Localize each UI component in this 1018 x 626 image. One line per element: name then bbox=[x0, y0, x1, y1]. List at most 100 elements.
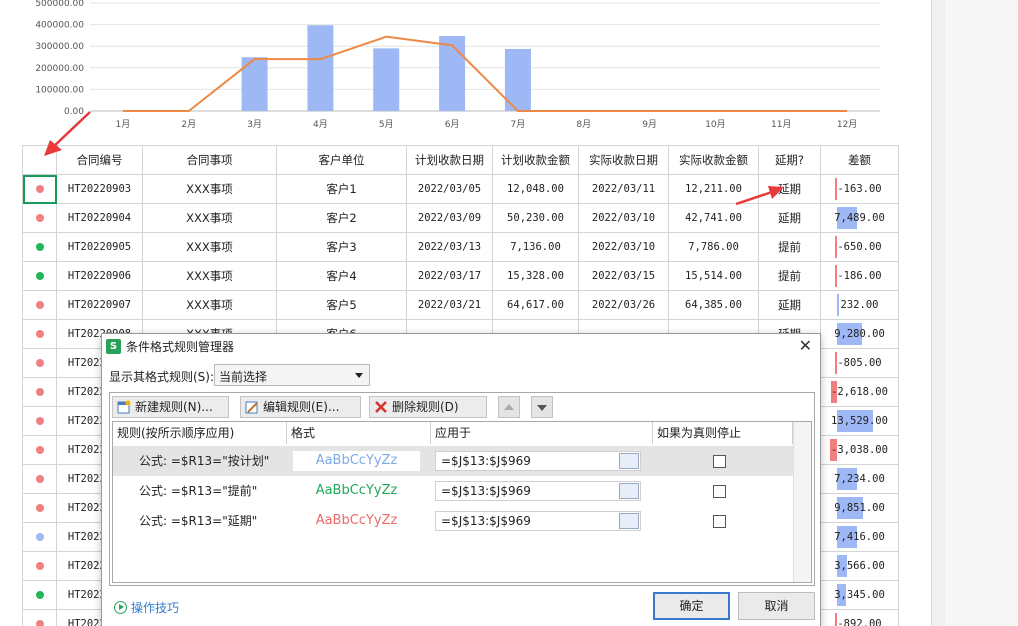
cell-plan-date[interactable]: 2022/03/05 bbox=[406, 174, 493, 204]
cell-id[interactable]: HT20220903 bbox=[56, 174, 143, 204]
status-dot-cell[interactable] bbox=[22, 261, 57, 291]
delete-rule-button[interactable]: 删除规则(D) bbox=[369, 396, 487, 418]
cell-item[interactable]: XXX事项 bbox=[142, 174, 277, 204]
cell-plan-date[interactable]: 2022/03/13 bbox=[406, 232, 493, 262]
cell-diff[interactable]: 9,851.00 bbox=[820, 493, 899, 523]
cell-act-date[interactable]: 2022/03/26 bbox=[578, 290, 669, 320]
cell-diff[interactable]: -186.00 bbox=[820, 261, 899, 291]
cell-client[interactable]: 客户2 bbox=[276, 203, 407, 233]
status-dot-cell[interactable] bbox=[22, 174, 57, 204]
cell-client[interactable]: 客户3 bbox=[276, 232, 407, 262]
cell-plan-amt[interactable]: 12,048.00 bbox=[492, 174, 579, 204]
cell-diff[interactable]: 232.00 bbox=[820, 290, 899, 320]
cell-plan-amt[interactable]: 7,136.00 bbox=[492, 232, 579, 262]
cell-client[interactable]: 客户4 bbox=[276, 261, 407, 291]
cell-act-date[interactable]: 2022/03/10 bbox=[578, 203, 669, 233]
status-dot-cell[interactable] bbox=[22, 319, 57, 349]
cell-status[interactable]: 延期 bbox=[758, 290, 821, 320]
cell-plan-amt[interactable]: 64,617.00 bbox=[492, 290, 579, 320]
monthly-chart: 0.00 100000.00 200000.00 300000.00 400000.00… bbox=[0, 0, 932, 138]
cell-diff[interactable]: 7,489.00 bbox=[820, 203, 899, 233]
range-picker-icon[interactable] bbox=[619, 453, 639, 469]
cell-act-amt[interactable]: 42,741.00 bbox=[668, 203, 759, 233]
rules-list: 规则(按所示顺序应用) 格式 应用于 如果为真则停止 公式: =$R13="按计… bbox=[112, 421, 812, 583]
status-dot-cell[interactable] bbox=[22, 377, 57, 407]
show-rules-label: 显示其格式规则(S): bbox=[109, 370, 215, 384]
cell-plan-date[interactable]: 2022/03/21 bbox=[406, 290, 493, 320]
cell-diff[interactable]: 13,529.00 bbox=[820, 406, 899, 436]
cell-diff[interactable]: -805.00 bbox=[820, 348, 899, 378]
cell-status[interactable]: 提前 bbox=[758, 261, 821, 291]
cell-plan-date[interactable]: 2022/03/09 bbox=[406, 203, 493, 233]
status-dot-cell[interactable] bbox=[22, 290, 57, 320]
cell-diff[interactable]: -650.00 bbox=[820, 232, 899, 262]
cell-diff[interactable]: 3,566.00 bbox=[820, 551, 899, 581]
status-dot-cell[interactable] bbox=[22, 522, 57, 552]
apply-range-input[interactable]: =$J$13:$J$969 bbox=[435, 481, 641, 501]
cell-act-date[interactable]: 2022/03/15 bbox=[578, 261, 669, 291]
cell-diff[interactable]: 7,416.00 bbox=[820, 522, 899, 552]
cell-plan-amt[interactable]: 15,328.00 bbox=[492, 261, 579, 291]
cell-status[interactable]: 延期 bbox=[758, 203, 821, 233]
tips-link[interactable]: 操作技巧 bbox=[114, 599, 179, 616]
cell-id[interactable]: HT20220907 bbox=[56, 290, 143, 320]
cell-id[interactable]: HT20220905 bbox=[56, 232, 143, 262]
cell-act-amt[interactable]: 64,385.00 bbox=[668, 290, 759, 320]
cell-act-amt[interactable]: 15,514.00 bbox=[668, 261, 759, 291]
rule-row[interactable]: 公式: =$R13="延期" AaBbCcYyZz =$J$13:$J$969 bbox=[113, 506, 793, 536]
status-dot-cell[interactable] bbox=[22, 406, 57, 436]
stop-if-true-checkbox[interactable] bbox=[713, 515, 726, 528]
cell-diff[interactable]: 7,234.00 bbox=[820, 464, 899, 494]
cell-status[interactable]: 提前 bbox=[758, 232, 821, 262]
move-down-button[interactable] bbox=[531, 396, 553, 418]
apply-range-input[interactable]: =$J$13:$J$969 bbox=[435, 451, 641, 471]
cell-item[interactable]: XXX事项 bbox=[142, 232, 277, 262]
rule-row[interactable]: 公式: =$R13="提前" AaBbCcYyZz =$J$13:$J$969 bbox=[113, 476, 793, 506]
rules-scrollbar[interactable] bbox=[793, 422, 811, 582]
cell-diff[interactable]: -3,038.00 bbox=[820, 435, 899, 465]
cell-item[interactable]: XXX事项 bbox=[142, 203, 277, 233]
cell-diff[interactable]: -892.00 bbox=[820, 609, 899, 626]
rule-row[interactable]: 公式: =$R13="按计划" AaBbCcYyZz =$J$13:$J$969 bbox=[113, 446, 793, 476]
status-dot-cell[interactable] bbox=[22, 493, 57, 523]
range-picker-icon[interactable] bbox=[619, 513, 639, 529]
apply-range-input[interactable]: =$J$13:$J$969 bbox=[435, 511, 641, 531]
cell-item[interactable]: XXX事项 bbox=[142, 261, 277, 291]
status-dot-cell[interactable] bbox=[22, 464, 57, 494]
cell-client[interactable]: 客户5 bbox=[276, 290, 407, 320]
cell-plan-amt[interactable]: 50,230.00 bbox=[492, 203, 579, 233]
diff-value: 3,345.00 bbox=[834, 589, 885, 601]
stop-if-true-checkbox[interactable] bbox=[713, 485, 726, 498]
show-rules-select[interactable]: 当前选择 bbox=[214, 364, 370, 386]
status-dot-cell[interactable] bbox=[22, 232, 57, 262]
status-dot-cell[interactable] bbox=[22, 435, 57, 465]
cell-diff[interactable]: 9,280.00 bbox=[820, 319, 899, 349]
cell-id[interactable]: HT20220906 bbox=[56, 261, 143, 291]
ok-button[interactable]: 确定 bbox=[653, 592, 730, 620]
cancel-button[interactable]: 取消 bbox=[738, 592, 815, 620]
cell-act-amt[interactable]: 12,211.00 bbox=[668, 174, 759, 204]
cell-act-date[interactable]: 2022/03/11 bbox=[578, 174, 669, 204]
status-dot-cell[interactable] bbox=[22, 203, 57, 233]
status-dot-cell[interactable] bbox=[22, 609, 57, 626]
cell-diff[interactable]: -2,618.00 bbox=[820, 377, 899, 407]
close-icon[interactable]: ✕ bbox=[799, 336, 812, 355]
move-up-button[interactable] bbox=[498, 396, 520, 418]
cell-act-amt[interactable]: 7,786.00 bbox=[668, 232, 759, 262]
edit-rule-button[interactable]: 编辑规则(E)... bbox=[240, 396, 361, 418]
stop-if-true-checkbox[interactable] bbox=[713, 455, 726, 468]
status-dot-cell[interactable] bbox=[22, 551, 57, 581]
status-dot-cell[interactable] bbox=[22, 580, 57, 610]
cell-plan-date[interactable]: 2022/03/17 bbox=[406, 261, 493, 291]
cell-id[interactable]: HT20220904 bbox=[56, 203, 143, 233]
cell-status[interactable]: 延期 bbox=[758, 174, 821, 204]
cell-client[interactable]: 客户1 bbox=[276, 174, 407, 204]
status-dot-cell[interactable] bbox=[22, 348, 57, 378]
new-rule-button[interactable]: 新建规则(N)... bbox=[112, 396, 229, 418]
range-picker-icon[interactable] bbox=[619, 483, 639, 499]
cell-diff[interactable]: 3,345.00 bbox=[820, 580, 899, 610]
cell-act-date[interactable]: 2022/03/10 bbox=[578, 232, 669, 262]
cell-diff[interactable]: -163.00 bbox=[820, 174, 899, 204]
cell-item[interactable]: XXX事项 bbox=[142, 290, 277, 320]
status-dot bbox=[35, 620, 44, 626]
